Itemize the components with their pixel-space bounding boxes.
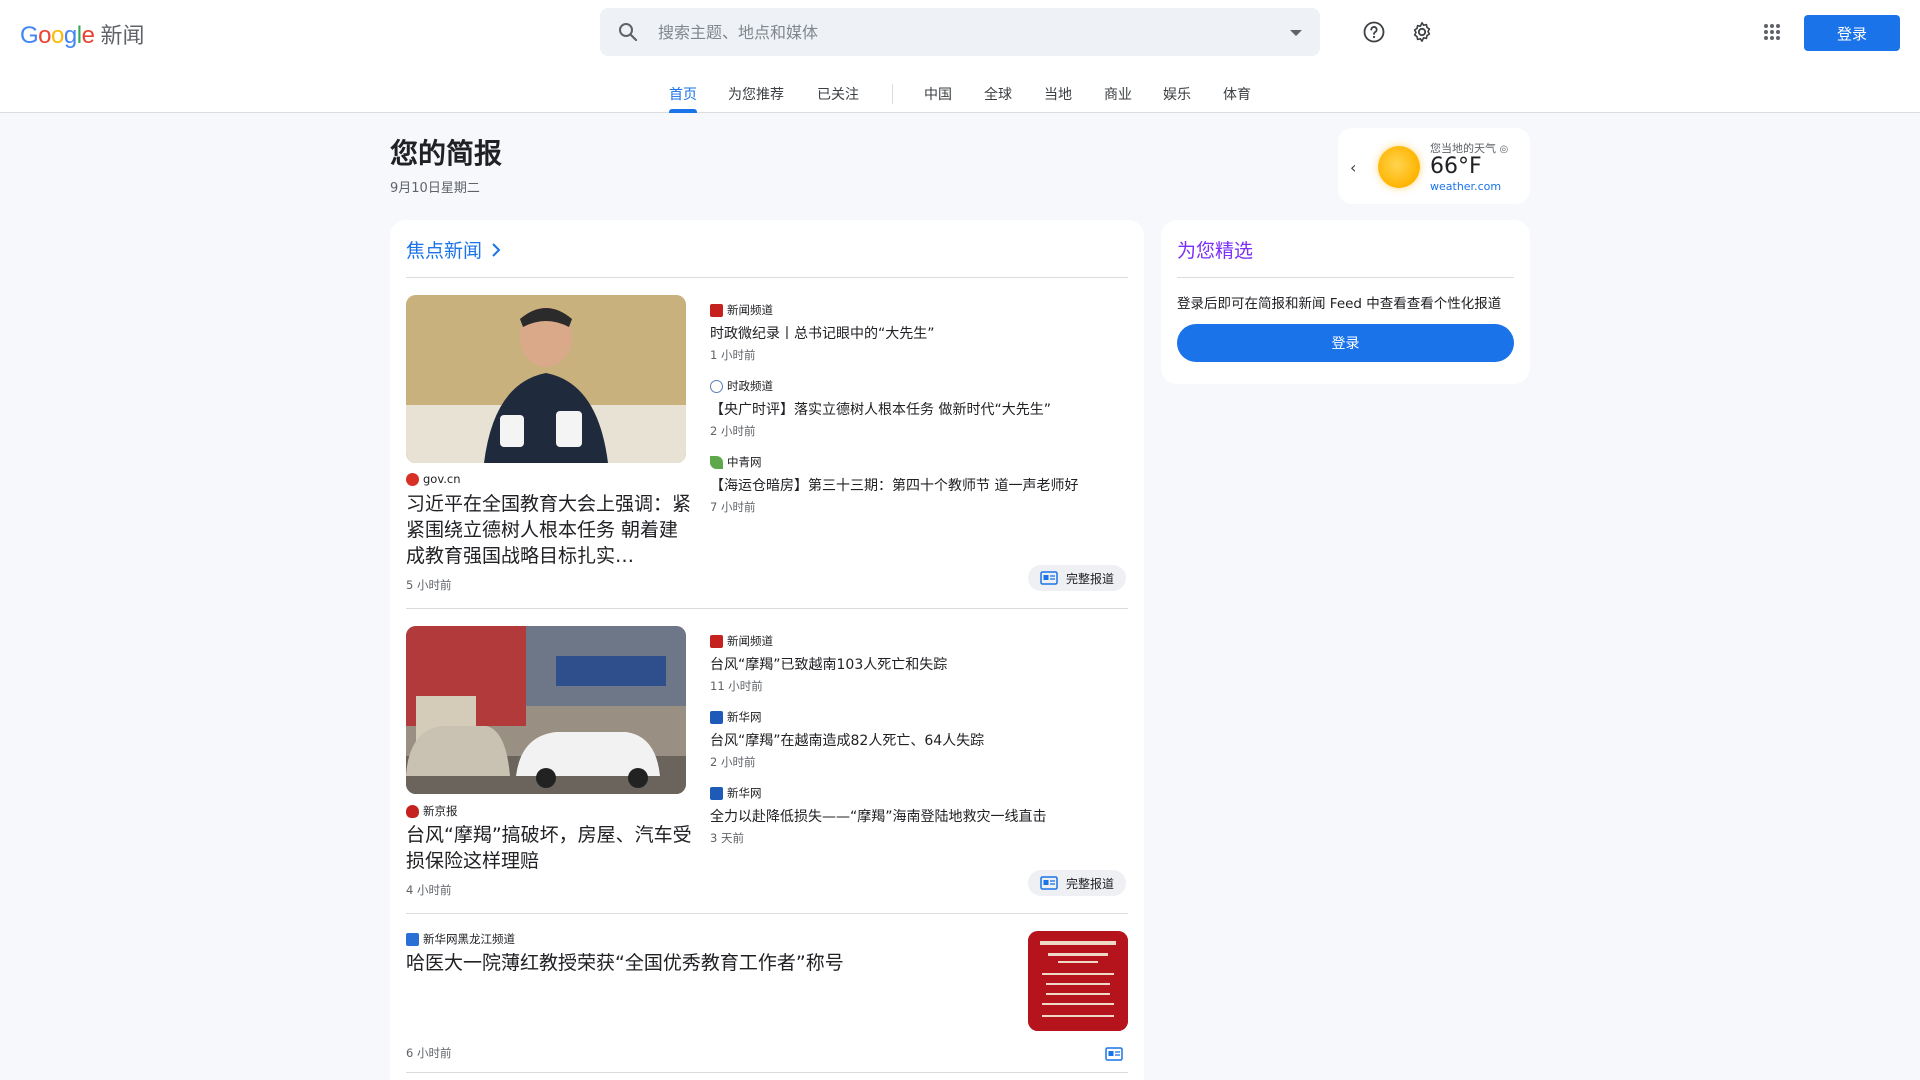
search-box[interactable] bbox=[600, 8, 1320, 56]
story-3-source[interactable]: 新华网黑龙江频道 bbox=[406, 931, 515, 947]
tab-home[interactable]: 首页 bbox=[669, 84, 697, 104]
story-2-related-2-time: 2 小时前 bbox=[710, 755, 756, 769]
story-2-source[interactable]: 新京报 bbox=[406, 803, 458, 819]
story-1-source[interactable]: gov.cn bbox=[406, 472, 461, 486]
briefing-title: 您的简报 bbox=[390, 137, 503, 170]
chevron-left-icon[interactable]: ‹ bbox=[1350, 158, 1356, 177]
divider bbox=[406, 913, 1128, 914]
story-1-image[interactable] bbox=[406, 295, 686, 463]
full-coverage-icon bbox=[1040, 571, 1058, 585]
story-2-related-3-headline[interactable]: 全力以赴降低损失——“摩羯”海南登陆地救灾一线直击 bbox=[710, 806, 1047, 826]
tab-china[interactable]: 中国 bbox=[924, 84, 952, 104]
top-stories-card: 焦点新闻 gov.cn 习近平在全国教育大会上强调：紧紧围绕立德树人根本任务 朝… bbox=[390, 220, 1144, 1080]
help-icon[interactable] bbox=[1362, 20, 1386, 44]
story-2-image[interactable] bbox=[406, 626, 686, 794]
story-2-headline[interactable]: 台风“摩羯”搞破坏，房屋、汽车受损保险这样理赔 bbox=[406, 822, 692, 874]
story-2-related-2-source[interactable]: 新华网 bbox=[710, 709, 762, 725]
story-3-image[interactable] bbox=[1028, 931, 1128, 1031]
politics-channel-icon bbox=[710, 379, 723, 393]
tab-entertainment[interactable]: 娱乐 bbox=[1163, 84, 1191, 104]
tab-following[interactable]: 已关注 bbox=[817, 84, 859, 104]
story-2-related-1-headline[interactable]: 台风“摩羯”已致越南103人死亡和失踪 bbox=[710, 654, 947, 674]
story-2-related-3-source[interactable]: 新华网 bbox=[710, 785, 762, 801]
story-2-full-coverage-button[interactable]: 完整报道 bbox=[1028, 870, 1127, 896]
google-news-logo[interactable]: Google 新闻 bbox=[20, 18, 144, 50]
picks-description: 登录后即可在简报和新闻 Feed 中查看查看个性化报道 bbox=[1177, 296, 1502, 312]
header-login-button[interactable]: 登录 bbox=[1804, 15, 1900, 51]
search-options-chevron-down-icon[interactable] bbox=[1290, 30, 1302, 36]
story-1-related-1-source[interactable]: 新闻频道 bbox=[710, 302, 773, 318]
logo-google-text: Google bbox=[20, 22, 95, 49]
weather-widget[interactable]: ‹ 您当地的天气 ◎ 66°F weather.com bbox=[1338, 128, 1530, 204]
story-2-related-2-headline[interactable]: 台风“摩羯”在越南造成82人死亡、64人失踪 bbox=[710, 730, 984, 750]
apps-grid-icon[interactable] bbox=[1760, 20, 1784, 44]
top-bar: Google 新闻 登录 首页 为您推荐 已关注 中国 全球 当地 商业 娱乐 … bbox=[0, 0, 1920, 113]
story-1-related-3-time: 7 小时前 bbox=[710, 500, 756, 514]
story-1-headline[interactable]: 习近平在全国教育大会上强调：紧紧围绕立德树人根本任务 朝着建成教育强国战略目标扎… bbox=[406, 491, 692, 569]
story-1-related-2-time: 2 小时前 bbox=[710, 424, 756, 438]
location-icon: ◎ bbox=[1499, 144, 1509, 155]
story-1-related-2-headline[interactable]: 【央广时评】落实立德树人根本任务 做新时代“大先生” bbox=[710, 399, 1051, 419]
picks-for-you-card: 为您精选 登录后即可在简报和新闻 Feed 中查看查看个性化报道 登录 bbox=[1161, 220, 1530, 384]
gov-emblem-icon bbox=[406, 472, 419, 486]
story-2-related-3-time: 3 天前 bbox=[710, 831, 744, 845]
picks-login-button[interactable]: 登录 bbox=[1177, 324, 1514, 362]
weather-source-link[interactable]: weather.com bbox=[1430, 180, 1501, 193]
xinhua-icon bbox=[710, 710, 723, 724]
story-3-headline[interactable]: 哈医大一院薄红教授荣获“全国优秀教育工作者”称号 bbox=[406, 950, 1006, 976]
story-2-time: 4 小时前 bbox=[406, 883, 452, 897]
divider bbox=[1177, 277, 1514, 278]
sunny-weather-icon bbox=[1378, 146, 1420, 188]
briefing-date: 9月10日星期二 bbox=[390, 181, 480, 196]
story-1-related-1-headline[interactable]: 时政微纪录丨总书记眼中的“大先生” bbox=[710, 323, 935, 343]
xinhua-icon bbox=[710, 786, 723, 800]
news-channel-icon bbox=[710, 634, 723, 648]
picks-title: 为您精选 bbox=[1177, 240, 1254, 262]
settings-gear-icon[interactable] bbox=[1410, 20, 1434, 44]
story-1-full-coverage-button[interactable]: 完整报道 bbox=[1028, 565, 1127, 591]
story-1-related-3-source[interactable]: 中青网 bbox=[710, 454, 762, 470]
top-stories-heading[interactable]: 焦点新闻 bbox=[406, 236, 502, 263]
story-1-related-2-source[interactable]: 时政频道 bbox=[710, 378, 773, 394]
tab-for-you[interactable]: 为您推荐 bbox=[728, 84, 784, 104]
xinhua-heilongjiang-icon bbox=[406, 932, 419, 946]
cyol-leaf-icon bbox=[710, 455, 723, 469]
story-3-time: 6 小时前 bbox=[406, 1046, 452, 1060]
divider bbox=[406, 608, 1128, 609]
story-2-related-1-source[interactable]: 新闻频道 bbox=[710, 633, 773, 649]
news-channel-icon bbox=[710, 303, 723, 317]
search-input[interactable] bbox=[658, 18, 1258, 46]
weather-temperature: 66°F bbox=[1430, 154, 1482, 179]
divider bbox=[406, 1072, 1128, 1073]
search-icon[interactable] bbox=[616, 20, 640, 48]
story-1-related-1-time: 1 小时前 bbox=[710, 348, 756, 362]
tab-divider bbox=[892, 84, 893, 104]
story-1-related-3-headline[interactable]: 【海运仓暗房】第三十三期：第四十个教师节 道一声老师好 bbox=[710, 475, 1078, 495]
section-tabs: 首页 为您推荐 已关注 中国 全球 当地 商业 娱乐 体育 bbox=[0, 80, 1920, 113]
story-1-time: 5 小时前 bbox=[406, 578, 452, 592]
logo-news-text: 新闻 bbox=[100, 24, 145, 49]
bjnews-icon bbox=[406, 804, 419, 818]
story-3-full-coverage-icon[interactable] bbox=[1105, 1046, 1123, 1065]
active-tab-indicator bbox=[669, 109, 697, 113]
tab-world[interactable]: 全球 bbox=[984, 84, 1012, 104]
tab-business[interactable]: 商业 bbox=[1104, 84, 1132, 104]
divider bbox=[406, 277, 1128, 278]
tab-local[interactable]: 当地 bbox=[1044, 84, 1072, 104]
tab-sports[interactable]: 体育 bbox=[1223, 84, 1251, 104]
story-2-related-1-time: 11 小时前 bbox=[710, 679, 763, 693]
full-coverage-icon bbox=[1040, 876, 1058, 890]
chevron-right-icon bbox=[492, 242, 501, 257]
